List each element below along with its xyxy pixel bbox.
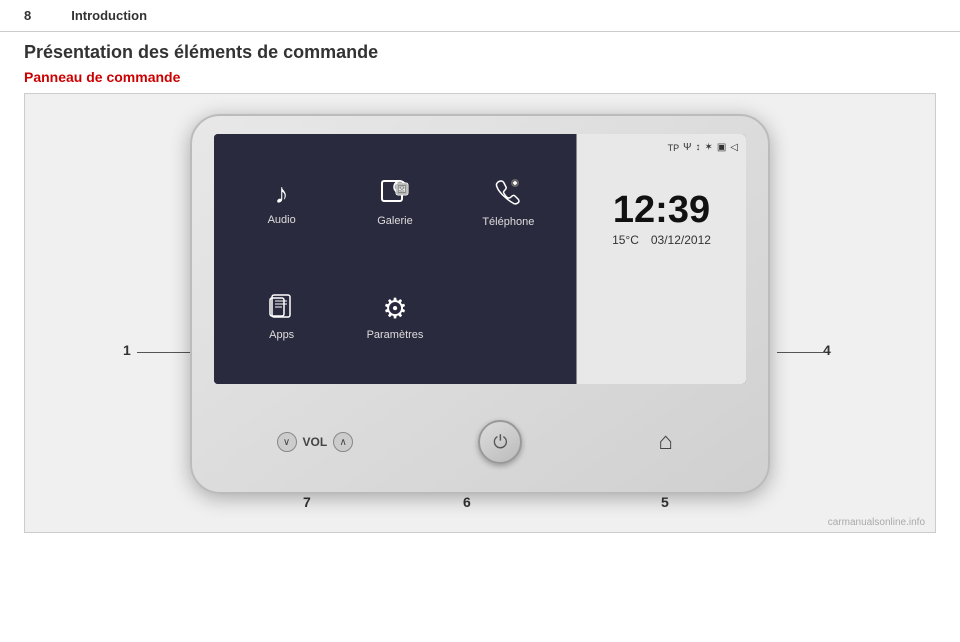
telephone-icon xyxy=(493,177,523,212)
page-number: 8 xyxy=(24,8,31,23)
callout-4: 4 xyxy=(823,342,831,358)
audio-label: Audio xyxy=(268,214,296,226)
page-header: 8 Introduction xyxy=(0,0,960,32)
callout-5: 5 xyxy=(661,494,669,510)
clock-time: 12:39 xyxy=(613,191,710,229)
callout-line-4 xyxy=(777,352,825,353)
callout-6: 6 xyxy=(463,494,471,510)
header-title: Introduction xyxy=(71,8,147,23)
vol-control[interactable]: ∨ VOL ∧ xyxy=(277,432,354,452)
diagram-container: 1 2 3 4 5 6 7 ♪ Audio xyxy=(24,93,936,533)
audio-icon: ♪ xyxy=(275,178,289,210)
home-icon: ⌂ xyxy=(658,428,673,456)
status-volume: ◁ xyxy=(730,142,738,153)
home-button[interactable]: ⌂ xyxy=(647,424,683,460)
menu-item-parametres[interactable]: ⚙ Paramètres xyxy=(367,292,424,341)
svg-text:🖼: 🖼 xyxy=(396,184,407,194)
section-main-title: Présentation des éléments de commande xyxy=(0,32,960,67)
callout-1: 1 xyxy=(123,342,131,358)
clock-date: 03/12/2012 xyxy=(651,233,711,247)
status-arrows: ↕ xyxy=(695,142,700,153)
section-sub-title: Panneau de commande xyxy=(0,67,960,93)
telephone-label: Téléphone xyxy=(482,216,534,228)
callout-line-1 xyxy=(137,352,197,353)
screen-right: TP Ψ ↕ ✶ ▣ ◁ 12:39 15°C 03/12/2012 xyxy=(576,134,746,384)
menu-item-galerie[interactable]: 👤 🖼 Galerie xyxy=(377,177,412,227)
power-button[interactable]: ⏻ xyxy=(478,420,522,464)
status-bar: TP Ψ ↕ ✶ ▣ ◁ xyxy=(585,142,738,153)
galerie-label: Galerie xyxy=(377,215,412,227)
vol-up-button[interactable]: ∧ xyxy=(333,432,353,452)
menu-item-telephone[interactable]: Téléphone xyxy=(482,177,534,228)
galerie-icon: 👤 🖼 xyxy=(380,177,410,211)
device-body: ♪ Audio 👤 🖼 Galerie xyxy=(190,114,770,494)
status-battery: ▣ xyxy=(717,142,726,153)
parametres-label: Paramètres xyxy=(367,329,424,341)
clock-info: 15°C 03/12/2012 xyxy=(612,233,711,247)
vol-down-button[interactable]: ∨ xyxy=(277,432,297,452)
screen-menu: ♪ Audio 👤 🖼 Galerie xyxy=(214,134,576,384)
status-tp: TP xyxy=(668,143,680,153)
clock-temp: 15°C xyxy=(612,233,639,247)
screen: ♪ Audio 👤 🖼 Galerie xyxy=(214,134,746,384)
power-icon: ⏻ xyxy=(493,432,507,453)
parametres-icon: ⚙ xyxy=(382,292,407,325)
footer-watermark: carmanualsonline.info xyxy=(828,517,925,528)
apps-label: Apps xyxy=(269,329,294,341)
apps-icon xyxy=(268,292,296,325)
menu-item-apps[interactable]: Apps xyxy=(268,292,296,341)
callout-7: 7 xyxy=(303,494,311,510)
vol-label: VOL xyxy=(303,435,328,449)
status-bluetooth: ✶ xyxy=(704,142,712,153)
status-signal: Ψ xyxy=(683,142,691,153)
menu-item-audio[interactable]: ♪ Audio xyxy=(268,178,296,226)
bottom-controls: ∨ VOL ∧ ⏻ ⌂ xyxy=(214,420,746,464)
